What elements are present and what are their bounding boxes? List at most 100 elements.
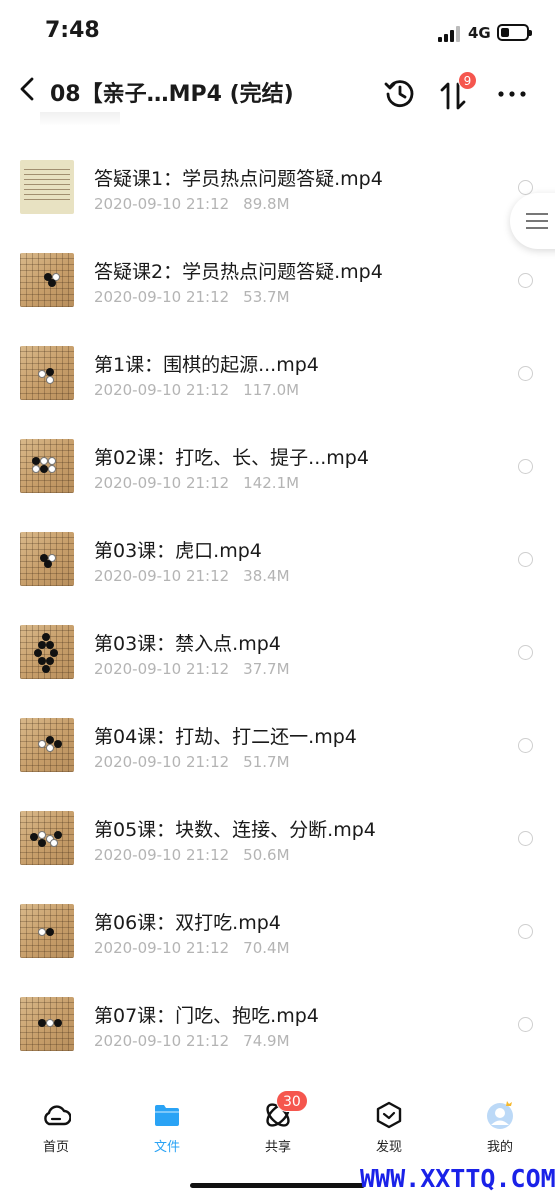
white-stone — [38, 370, 46, 378]
select-checkbox[interactable] — [518, 738, 533, 753]
select-checkbox[interactable] — [518, 459, 533, 474]
file-size: 50.6M — [243, 846, 290, 864]
go-board-thumbnail — [20, 532, 74, 586]
file-date: 2020-09-10 21:12 — [94, 753, 230, 771]
file-name: 第05课：块数、连接、分断.mp4 — [94, 819, 376, 841]
select-checkbox[interactable] — [518, 366, 533, 381]
file-name: 答疑课1：学员热点问题答疑.mp4 — [94, 168, 383, 190]
file-date: 2020-09-10 21:12 — [94, 381, 230, 399]
black-stone — [34, 649, 42, 657]
file-meta: 2020-09-10 21:12 89.8M — [94, 195, 290, 213]
nav-share[interactable]: 30 共享 — [238, 1090, 318, 1158]
select-checkbox[interactable] — [518, 645, 533, 660]
white-stone — [50, 839, 58, 847]
watermark: WWW.XXTTQ.COM — [360, 1164, 555, 1193]
file-row[interactable]: 答疑课1：学员热点问题答疑.mp4 2020-09-10 21:12 89.8M — [0, 130, 555, 223]
file-size: 51.7M — [243, 753, 290, 771]
select-checkbox[interactable] — [518, 1017, 533, 1032]
black-stone — [38, 641, 46, 649]
white-stone — [32, 465, 40, 473]
black-stone — [44, 560, 52, 568]
share-badge: 30 — [276, 1090, 308, 1112]
select-checkbox[interactable] — [518, 273, 533, 288]
file-row[interactable]: 第07课：门吃、抱吃.mp4 2020-09-10 21:12 74.9M — [0, 967, 555, 1060]
file-size: 38.4M — [243, 567, 290, 585]
file-size: 70.4M — [243, 939, 290, 957]
white-stone — [38, 831, 46, 839]
select-checkbox[interactable] — [518, 552, 533, 567]
nav-me[interactable]: 我的 — [460, 1094, 540, 1158]
more-icon[interactable] — [496, 80, 528, 108]
file-name: 第02课：打吃、长、提子...mp4 — [94, 447, 369, 469]
black-stone — [38, 839, 46, 847]
file-size: 89.8M — [243, 195, 290, 213]
file-date: 2020-09-10 21:12 — [94, 195, 230, 213]
white-stone — [46, 744, 54, 752]
go-board-thumbnail — [20, 439, 74, 493]
go-board-thumbnail — [20, 253, 74, 307]
file-size: 53.7M — [243, 288, 290, 306]
select-checkbox[interactable] — [518, 924, 533, 939]
file-row[interactable]: 第03课：禁入点.mp4 2020-09-10 21:12 37.7M — [0, 595, 555, 688]
transfer-badge: 9 — [458, 71, 477, 90]
black-stone — [46, 736, 54, 744]
nav-discover[interactable]: 发现 — [349, 1094, 429, 1158]
black-stone — [30, 833, 38, 841]
black-stone — [42, 633, 50, 641]
file-meta: 2020-09-10 21:12 142.1M — [94, 474, 299, 492]
file-size: 117.0M — [243, 381, 300, 399]
go-board-thumbnail — [20, 997, 74, 1051]
black-stone — [48, 279, 56, 287]
file-row[interactable]: 第1课：围棋的起源...mp4 2020-09-10 21:12 117.0M — [0, 316, 555, 409]
transfer-button[interactable]: 9 — [438, 71, 478, 114]
black-stone — [46, 641, 54, 649]
go-board-thumbnail — [20, 811, 74, 865]
file-size: 142.1M — [243, 474, 300, 492]
back-icon[interactable] — [14, 74, 42, 104]
black-stone — [54, 740, 62, 748]
black-stone — [46, 928, 54, 936]
cloud-icon — [44, 1105, 71, 1126]
black-stone — [54, 1019, 62, 1027]
white-stone — [48, 457, 56, 465]
white-stone — [38, 928, 46, 936]
file-date: 2020-09-10 21:12 — [94, 660, 230, 678]
discover-icon — [376, 1101, 402, 1129]
file-date: 2020-09-10 21:12 — [94, 288, 230, 306]
black-stone — [32, 457, 40, 465]
nav-home[interactable]: 首页 — [16, 1094, 96, 1158]
nav-files[interactable]: 文件 — [127, 1094, 207, 1158]
nav-discover-label: 发现 — [375, 1140, 402, 1155]
file-date: 2020-09-10 21:12 — [94, 846, 230, 864]
battery-level — [501, 28, 510, 37]
file-row[interactable]: 第05课：块数、连接、分断.mp4 2020-09-10 21:12 50.6M — [0, 781, 555, 874]
black-stone — [40, 465, 48, 473]
file-row[interactable]: 第06课：双打吃.mp4 2020-09-10 21:12 70.4M — [0, 874, 555, 967]
file-name: 第03课：禁入点.mp4 — [94, 633, 281, 655]
file-row[interactable]: 答疑课2：学员热点问题答疑.mp4 2020-09-10 21:12 53.7M — [0, 223, 555, 316]
file-row[interactable]: 第04课：打劫、打二还一.mp4 2020-09-10 21:12 51.7M — [0, 688, 555, 781]
white-stone — [38, 740, 46, 748]
black-stone — [54, 831, 62, 839]
select-checkbox[interactable] — [518, 831, 533, 846]
file-meta: 2020-09-10 21:12 37.7M — [94, 660, 290, 678]
nav-share-label: 共享 — [264, 1140, 291, 1155]
file-meta: 2020-09-10 21:12 53.7M — [94, 288, 290, 306]
signal-icon — [438, 26, 460, 42]
scrolled-content-edge — [40, 112, 120, 126]
history-icon[interactable] — [384, 77, 416, 109]
nav-home-label: 首页 — [42, 1140, 69, 1155]
file-size: 74.9M — [243, 1032, 290, 1050]
nav-files-label: 文件 — [153, 1140, 180, 1155]
go-board-thumbnail — [20, 625, 74, 679]
file-date: 2020-09-10 21:12 — [94, 1032, 230, 1050]
go-board-thumbnail — [20, 346, 74, 400]
battery-icon — [497, 24, 532, 41]
file-date: 2020-09-10 21:12 — [94, 474, 230, 492]
file-meta: 2020-09-10 21:12 38.4M — [94, 567, 290, 585]
file-meta: 2020-09-10 21:12 70.4M — [94, 939, 290, 957]
file-row[interactable]: 第02课：打吃、长、提子...mp4 2020-09-10 21:12 142.1… — [0, 409, 555, 502]
status-bar: 7:48 4G — [0, 0, 555, 60]
black-stone — [38, 657, 46, 665]
file-row[interactable]: 第03课：虎口.mp4 2020-09-10 21:12 38.4M — [0, 502, 555, 595]
